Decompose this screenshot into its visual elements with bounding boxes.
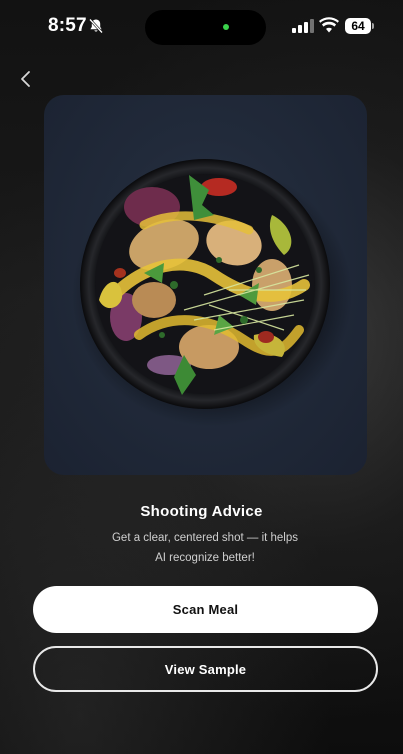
status-time: 8:57: [48, 15, 87, 36]
advice-line-1: Get a clear, centered shot — it helps: [111, 532, 299, 544]
battery-level: 64: [345, 18, 371, 34]
wifi-icon: [319, 17, 339, 33]
advice-title: Shooting Advice: [140, 503, 263, 520]
battery-icon: 64: [345, 18, 375, 34]
scan-meal-button[interactable]: Scan Meal: [33, 586, 378, 633]
salad-bowl-image: [72, 159, 352, 427]
dynamic-island: [145, 10, 266, 45]
battery-cap: [372, 23, 374, 29]
camera-indicator-dot: [223, 24, 229, 30]
chevron-left-icon[interactable]: [14, 66, 40, 92]
advice-text: Get a clear, centered shot — it helps AI…: [90, 528, 320, 568]
view-sample-button[interactable]: View Sample: [33, 646, 378, 692]
status-bar: 8:57 64: [0, 0, 403, 56]
advice-line-2: AI recognize better!: [155, 552, 255, 564]
meal-photo: [44, 95, 367, 475]
bell-slash-icon: [89, 18, 103, 34]
signal-icon: [292, 19, 314, 33]
